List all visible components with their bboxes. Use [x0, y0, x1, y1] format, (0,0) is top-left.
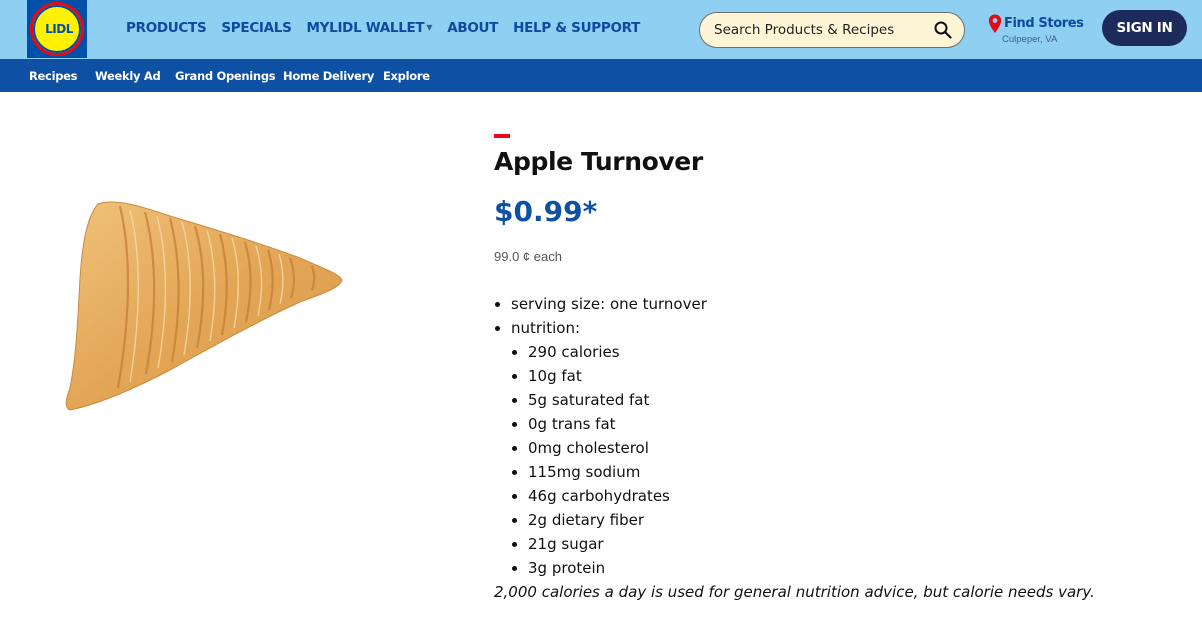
details-list: serving size: one turnover nutrition: 29…: [494, 292, 1174, 580]
nav-specials-label: SPECIALS: [221, 20, 292, 36]
nutrition-fact: 290 calories: [528, 340, 1174, 364]
nav-specials[interactable]: SPECIALS: [221, 20, 291, 36]
find-stores-link[interactable]: Find Stores Culpeper, VA: [988, 14, 1088, 48]
subnav-recipes[interactable]: Recipes: [29, 69, 78, 83]
sub-nav: Recipes Weekly Ad Grand Openings Home De…: [0, 59, 1202, 92]
serving-size: serving size: one turnover: [511, 292, 1174, 316]
logo-text: LIDL: [45, 22, 73, 36]
nutrition-fact: 5g saturated fat: [528, 388, 1174, 412]
find-stores-label: Find Stores: [1004, 16, 1084, 31]
lidl-logo[interactable]: LIDL: [27, 0, 87, 58]
subnav-home-delivery[interactable]: Home Delivery: [283, 69, 374, 83]
nav-help-support[interactable]: HELP & SUPPORT: [513, 20, 640, 36]
nutrition-fact: 21g sugar: [528, 532, 1174, 556]
subnav-grand-openings[interactable]: Grand Openings: [175, 69, 276, 83]
nav-products-label: PRODUCTS: [126, 20, 207, 36]
store-location: Culpeper, VA: [1002, 34, 1058, 45]
title-accent-dash: [494, 134, 510, 138]
nutrition-fact: 10g fat: [528, 364, 1174, 388]
nav-products[interactable]: PRODUCTS: [126, 20, 207, 36]
caret-down-icon: ▼: [426, 23, 433, 32]
nav-mylidl-wallet-label: MYLIDL WALLET: [306, 20, 425, 36]
subnav-explore[interactable]: Explore: [383, 69, 430, 83]
nav-mylidl-wallet[interactable]: MYLIDL WALLET ▼: [307, 20, 433, 36]
sign-in-button[interactable]: SIGN IN: [1102, 10, 1187, 46]
unit-price: 99.0 ¢ each: [494, 249, 562, 264]
main-nav: PRODUCTS SPECIALS MYLIDL WALLET ▼ ABOUT H…: [126, 20, 655, 36]
search-icon[interactable]: [934, 21, 952, 39]
map-pin-icon: [988, 14, 1002, 33]
product-details: serving size: one turnover nutrition: 29…: [494, 292, 1174, 604]
nutrition-item: nutrition: 290 calories 10g fat 5g satur…: [511, 316, 1174, 580]
search-input[interactable]: [714, 20, 924, 40]
nutrition-fact: 115mg sodium: [528, 460, 1174, 484]
nutrition-fact: 0mg cholesterol: [528, 436, 1174, 460]
nutrition-fact: 3g protein: [528, 556, 1174, 580]
nutrition-list: 290 calories 10g fat 5g saturated fat 0g…: [511, 340, 1174, 580]
nav-help-support-label: HELP & SUPPORT: [513, 20, 641, 36]
nutrition-label: nutrition:: [511, 319, 581, 337]
top-header: LIDL PRODUCTS SPECIALS MYLIDL WALLET ▼ AB…: [0, 0, 1202, 59]
logo-ring: LIDL: [30, 2, 84, 56]
subnav-weekly-ad[interactable]: Weekly Ad: [95, 69, 161, 83]
product-title: Apple Turnover: [494, 147, 703, 176]
product-image: [65, 201, 343, 411]
nav-about[interactable]: ABOUT: [447, 20, 498, 36]
logo-ring-inner: LIDL: [33, 5, 81, 53]
nutrition-fact: 2g dietary fiber: [528, 508, 1174, 532]
nutrition-fact: 46g carbohydrates: [528, 484, 1174, 508]
calorie-note: 2,000 calories a day is used for general…: [494, 583, 1095, 601]
product-price: $0.99*: [494, 195, 598, 228]
nutrition-fact: 0g trans fat: [528, 412, 1174, 436]
search-box: [699, 12, 965, 48]
nav-about-label: ABOUT: [447, 20, 499, 36]
